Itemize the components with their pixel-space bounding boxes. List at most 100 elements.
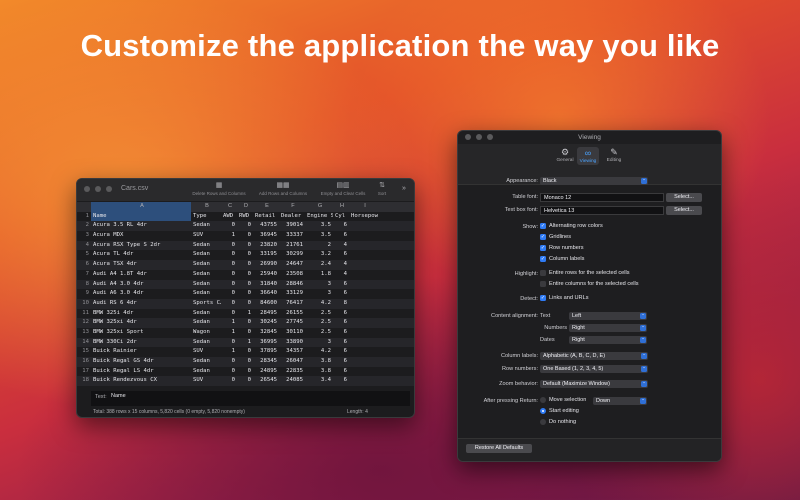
table-cell[interactable]: Cyl xyxy=(333,212,349,222)
table-cell[interactable]: 0 xyxy=(221,289,237,299)
table-cell[interactable]: 0 xyxy=(237,376,253,386)
row-number[interactable]: 12 xyxy=(77,318,91,328)
table-cell[interactable]: 26155 xyxy=(279,309,305,319)
table-cell[interactable]: 24895 xyxy=(253,367,279,377)
edit-bar-value[interactable]: Name xyxy=(111,393,126,399)
row-number[interactable]: 1 xyxy=(77,212,91,222)
table-cell[interactable]: Sedan xyxy=(191,280,221,290)
table-cell[interactable]: Audi A4 3.0 4dr xyxy=(91,280,191,290)
zoom-popup[interactable]: Default (Maximize Window) ⌃ xyxy=(540,380,648,388)
table-cell[interactable]: 0 xyxy=(237,367,253,377)
table-cell[interactable]: SUV xyxy=(191,376,221,386)
table-cell[interactable]: 0 xyxy=(237,280,253,290)
table-row[interactable]: 4 Acura RSX Type S 2dr Sedan 0 0 23820 21761 2 4 xyxy=(77,240,414,251)
table-cell[interactable]: Sedan xyxy=(191,250,221,260)
table-cell[interactable]: 6 xyxy=(333,357,349,367)
table-cell[interactable]: 0 xyxy=(221,309,237,319)
table-cell[interactable]: 0 xyxy=(221,280,237,290)
table-cell[interactable]: 3 xyxy=(305,338,333,348)
table-row[interactable]: 9 Audi A6 3.0 4dr Sedan 0 0 36640 33129 3 6 xyxy=(77,289,414,299)
table-cell[interactable]: Wagon xyxy=(191,328,221,338)
table-cell[interactable]: SUV xyxy=(191,231,221,241)
table-cell[interactable]: 0 xyxy=(221,241,237,251)
row-number[interactable]: 5 xyxy=(77,250,91,260)
zoom-window-button[interactable] xyxy=(106,186,112,192)
table-cell[interactable]: 1.8 xyxy=(305,270,333,280)
table-row[interactable]: 15 Buick Rainier SUV 1 0 37895 34357 4.2 6 xyxy=(77,347,414,357)
column-header[interactable]: C xyxy=(221,202,237,212)
table-cell[interactable]: 0 xyxy=(221,367,237,377)
table-cell[interactable]: 0 xyxy=(221,260,237,270)
row-number[interactable]: 2 xyxy=(77,221,91,231)
table-row[interactable]: 18 Buick Rendezvous CX SUV 0 0 26545 24085 3.4 6 xyxy=(77,376,414,387)
table-cell[interactable] xyxy=(349,367,379,377)
table-cell[interactable]: 3.4 xyxy=(305,376,333,386)
delete-rows-columns-button[interactable]: ▦ Delete Rows and Columns xyxy=(189,181,249,196)
table-cell[interactable]: 39014 xyxy=(279,221,305,231)
table-cell[interactable]: Sedan xyxy=(191,260,221,270)
table-cell[interactable]: 0 xyxy=(237,357,253,367)
table-cell[interactable]: 6 xyxy=(333,347,349,357)
table-cell[interactable]: 0 xyxy=(237,231,253,241)
table-cell[interactable]: 37895 xyxy=(253,347,279,357)
show-column-labels-checkbox[interactable]: ✓ Column labels xyxy=(540,256,584,262)
table-cell[interactable]: 24085 xyxy=(279,376,305,386)
column-header[interactable]: B xyxy=(191,202,221,212)
column-header[interactable]: H xyxy=(333,202,349,212)
table-cell[interactable] xyxy=(349,299,379,309)
table-cell[interactable]: 23820 xyxy=(253,241,279,251)
table-cell[interactable]: Retail P… xyxy=(253,212,279,222)
table-cell[interactable]: BMW 325i 4dr xyxy=(91,309,191,319)
row-number[interactable]: 13 xyxy=(77,328,91,338)
add-rows-columns-button[interactable]: ▦▦ Add Rows and Columns xyxy=(255,181,311,196)
table-cell[interactable]: 0 xyxy=(221,221,237,231)
table-cell[interactable]: Sedan xyxy=(191,309,221,319)
empty-clear-cells-button[interactable]: ▤▥ Empty and Clear Cells xyxy=(315,181,371,196)
table-cell[interactable]: BMW 325xi Sport xyxy=(91,328,191,338)
table-cell[interactable]: Audi A6 3.0 4dr xyxy=(91,289,191,299)
table-cell[interactable]: Sedan xyxy=(191,241,221,251)
table-cell[interactable]: 0 xyxy=(221,338,237,348)
do-nothing-radio[interactable]: Do nothing xyxy=(540,419,576,425)
table-row[interactable]: 11 BMW 325i 4dr Sedan 0 1 28495 26155 2.5 6 xyxy=(77,309,414,319)
table-row[interactable]: 3 Acura MDX SUV 1 0 36945 33337 3.5 6 xyxy=(77,231,414,241)
table-cell[interactable]: 3.8 xyxy=(305,367,333,377)
table-cell[interactable]: AWD xyxy=(221,212,237,222)
table-cell[interactable]: 0 xyxy=(237,299,253,309)
sort-button[interactable]: ⇅ Sort xyxy=(375,181,389,196)
table-cell[interactable]: 0 xyxy=(237,289,253,299)
table-cell[interactable]: Sedan xyxy=(191,289,221,299)
table-cell[interactable]: 33195 xyxy=(253,250,279,260)
table-cell[interactable]: BMW 325xi 4dr xyxy=(91,318,191,328)
table-row[interactable]: 13 BMW 325xi Sport Wagon 1 0 32845 30110 2.5 6 xyxy=(77,328,414,338)
table-cell[interactable]: Buick Regal LS 4dr xyxy=(91,367,191,377)
close-window-button[interactable] xyxy=(84,186,90,192)
table-cell[interactable]: 0 xyxy=(237,260,253,270)
table-cell[interactable]: 6 xyxy=(333,221,349,231)
detect-links-checkbox[interactable]: ✓ Links and URLs xyxy=(540,295,589,301)
row-number[interactable]: 9 xyxy=(77,289,91,299)
toolbar-overflow-button[interactable]: » xyxy=(399,184,409,194)
row-numbers-popup[interactable]: One Based (1, 2, 3, 4, 5) ⌃ xyxy=(540,365,648,373)
move-selection-radio[interactable]: Move selection xyxy=(540,397,586,403)
table-cell[interactable]: RWD xyxy=(237,212,253,222)
table-row[interactable]: 6 Acura TSX 4dr Sedan 0 0 26990 24647 2.4 4 xyxy=(77,260,414,270)
table-cell[interactable]: 6 xyxy=(333,309,349,319)
table-cell[interactable]: 6 xyxy=(333,280,349,290)
start-editing-radio[interactable]: Start editing xyxy=(540,408,579,414)
show-row-numbers-checkbox[interactable]: ✓ Row numbers xyxy=(540,245,584,251)
restore-defaults-button[interactable]: Restore All Defaults xyxy=(466,444,532,453)
table-cell[interactable]: Type xyxy=(191,212,221,222)
table-cell[interactable]: Sedan xyxy=(191,357,221,367)
table-cell[interactable]: 2.5 xyxy=(305,328,333,338)
table-cell[interactable]: Audi A4 1.8T 4dr xyxy=(91,270,191,280)
table-cell[interactable]: 1 xyxy=(221,328,237,338)
table-cell[interactable]: Acura TSX 4dr xyxy=(91,260,191,270)
table-cell[interactable]: Horsepow xyxy=(349,212,379,222)
table-cell[interactable]: SUV xyxy=(191,347,221,357)
table-cell[interactable] xyxy=(349,270,379,280)
table-cell[interactable]: 0 xyxy=(221,250,237,260)
minimize-window-button[interactable] xyxy=(95,186,101,192)
row-number[interactable]: 14 xyxy=(77,338,91,348)
table-cell[interactable] xyxy=(349,241,379,251)
